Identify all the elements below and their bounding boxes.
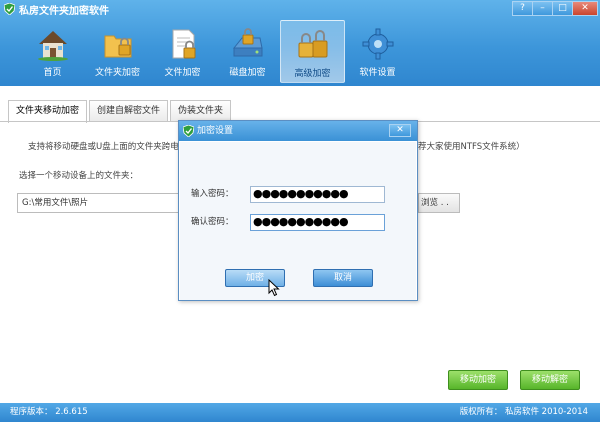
nav-label: 文件加密 [164, 68, 201, 78]
house-icon [37, 31, 68, 61]
dialog-body: 输入密码： ●●●●●●●●●●● 确认密码： ●●●●●●●●●●● [180, 142, 416, 300]
app-title: 私房文件夹加密软件 [19, 5, 109, 17]
close-icon: ✕ [396, 125, 404, 135]
help-button[interactable]: ? [512, 1, 533, 16]
status-bar: 程序版本： 2.6.615 版权所有： 私房软件 2010-2014 [0, 403, 600, 422]
nav-folder-encrypt[interactable]: 文件夹加密 [85, 20, 150, 83]
copyright-text: 版权所有： 私房软件 2010-2014 [459, 407, 588, 417]
gear-icon [362, 28, 393, 60]
shield-check-icon [4, 3, 15, 15]
disk-lock-icon [232, 28, 263, 57]
description-tail-text: 荐大家使用NTFS文件系统） [418, 142, 525, 152]
tab-self-decrypt-file[interactable]: 创建自解密文件 [89, 100, 169, 122]
nav-disk-encrypt[interactable]: 磁盘加密 [215, 20, 280, 83]
folder-lock-icon [104, 35, 131, 58]
nav-home[interactable]: 首页 [20, 20, 85, 83]
maximize-button[interactable]: □ [552, 1, 573, 16]
password-label: 输入密码： [191, 189, 234, 199]
version-text: 程序版本： 2.6.615 [10, 407, 88, 417]
cancel-button[interactable]: 取消 [313, 269, 373, 287]
encrypt-settings-dialog: 加密设置 ✕ 输入密码： ●●●●●●●●●●● 确认密码： ●●●●●●●●●… [178, 120, 418, 301]
padlock-icon [298, 30, 327, 58]
app-header: 私房文件夹加密软件 ? – □ ✕ 首页 文件夹加密 文件加密 磁盘加密 高级加… [0, 0, 600, 86]
tab-folder-move-encrypt[interactable]: 文件夹移动加密 [8, 100, 88, 123]
nav-label: 文件夹加密 [94, 68, 140, 78]
dialog-title: 加密设置 [197, 126, 234, 136]
shield-check-icon [183, 125, 194, 137]
title-row: 私房文件夹加密软件 [4, 2, 109, 17]
tab-disguise-folder[interactable]: 伪装文件夹 [170, 100, 232, 122]
confirm-password-input[interactable]: ●●●●●●●●●●● [250, 214, 385, 231]
select-folder-label: 选择一个移动设备上的文件夹： [19, 171, 139, 181]
nav-advanced-encrypt[interactable]: 高级加密 [280, 20, 345, 83]
nav-settings[interactable]: 软件设置 [345, 20, 410, 83]
move-decrypt-button[interactable]: 移动解密 [520, 370, 580, 390]
nav-file-encrypt[interactable]: 文件加密 [150, 20, 215, 83]
main-nav: 首页 文件夹加密 文件加密 磁盘加密 高级加密 软件设置 [20, 20, 410, 83]
close-button[interactable]: ✕ [572, 1, 598, 16]
nav-label: 高级加密 [294, 69, 331, 79]
description-text: 支持将移动硬盘或U盘上面的文件夹跨电 [28, 142, 179, 152]
nav-label: 软件设置 [359, 68, 396, 78]
tab-bar: 文件夹移动加密 创建自解密文件 伪装文件夹 [0, 86, 600, 123]
window-controls: ? – □ ✕ [512, 1, 598, 16]
minimize-button[interactable]: – [532, 1, 553, 16]
mouse-cursor-icon [268, 279, 280, 297]
move-encrypt-button[interactable]: 移动加密 [448, 370, 508, 390]
browse-button[interactable]: 浏览 . . [418, 193, 460, 213]
password-input[interactable]: ●●●●●●●●●●● [250, 186, 385, 203]
document-lock-icon [172, 29, 195, 59]
nav-label: 磁盘加密 [229, 68, 266, 78]
confirm-password-label: 确认密码： [191, 217, 234, 227]
nav-label: 首页 [43, 68, 62, 78]
dialog-close-button[interactable]: ✕ [389, 124, 411, 137]
dialog-title-bar: 加密设置 ✕ [179, 121, 417, 141]
